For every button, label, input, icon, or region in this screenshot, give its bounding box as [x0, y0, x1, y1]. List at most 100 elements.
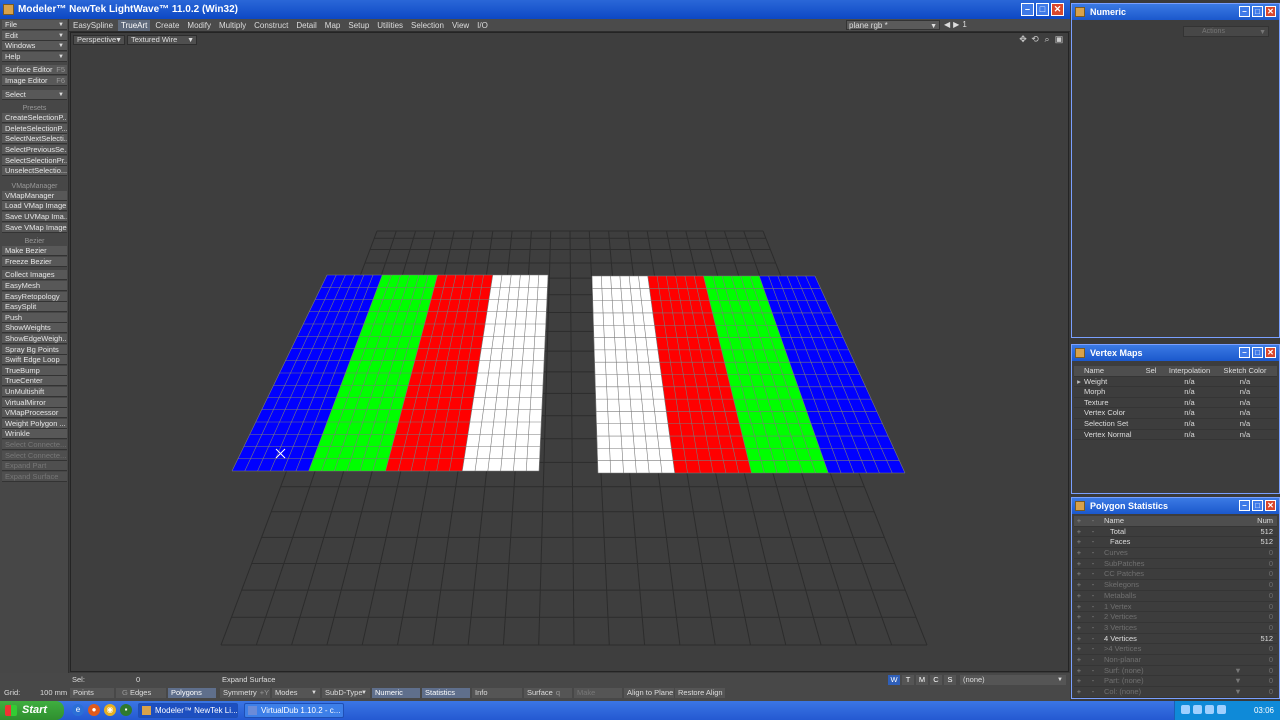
- sidebar-item-disabled-select-connecte[interactable]: Select Connecte...: [2, 450, 67, 461]
- tab-trueart[interactable]: TrueArt: [118, 20, 151, 31]
- tab-construct[interactable]: Construct: [251, 20, 291, 31]
- sidebar-item-weight-polygon[interactable]: Weight Polygon ...: [2, 418, 67, 429]
- align-to-plane-button[interactable]: Align to Plane: [624, 688, 674, 698]
- numeric-panel-titlebar[interactable]: Numeric – □ ✕: [1072, 4, 1279, 20]
- sidebar-item-easysplit[interactable]: EasySplit: [2, 302, 67, 313]
- sidebar-item-vmapmanager[interactable]: VMapManager: [2, 190, 67, 201]
- surface-editor-button[interactable]: Surface Editor F5: [2, 65, 67, 76]
- table-row[interactable]: + -4 Vertices 512: [1074, 634, 1277, 645]
- polygon-statistics-titlebar[interactable]: Polygon Statistics – □ ✕: [1072, 498, 1279, 514]
- zoom-view-icon[interactable]: ⌕: [1042, 34, 1052, 44]
- sidebar-item-collect-images[interactable]: Collect Images: [2, 270, 67, 281]
- table-row[interactable]: + - Surf: (none) ▼ 0: [1074, 666, 1277, 677]
- table-row[interactable]: + - Curves 0: [1074, 548, 1277, 559]
- maximize-button[interactable]: □: [1036, 3, 1049, 16]
- update-icon[interactable]: [1217, 705, 1226, 714]
- tab-view[interactable]: View: [449, 20, 472, 31]
- info-button[interactable]: Info: [472, 688, 522, 698]
- sidebar-item-deleteselectionp[interactable]: DeleteSelectionP...: [2, 123, 67, 134]
- modes-dropdown[interactable]: Modes ▼: [272, 688, 320, 698]
- layer-button-w[interactable]: W: [888, 675, 900, 685]
- points-mode-button[interactable]: Points: [70, 688, 114, 698]
- table-row[interactable]: + - Part: (none) ▼ 0: [1074, 676, 1277, 687]
- sidebar-item-disabled-expand-part[interactable]: Expand Part: [2, 461, 67, 472]
- sidebar-item-load-vmap-image[interactable]: Load VMap Image: [2, 201, 67, 212]
- close-button[interactable]: ✕: [1051, 3, 1064, 16]
- table-row[interactable]: ▸ Weight n/a n/a: [1074, 377, 1277, 388]
- maximize-view-icon[interactable]: ▣: [1054, 34, 1064, 44]
- tab-map[interactable]: Map: [322, 20, 344, 31]
- sidebar-item-save-vmap-image[interactable]: Save VMap Image: [2, 222, 67, 233]
- sidebar-item-selectselectionpr[interactable]: SelectSelectionPr...: [2, 155, 67, 166]
- sidebar-item-unselectselectio[interactable]: UnselectSelectio...: [2, 166, 67, 177]
- symmetry-button[interactable]: Symmetry +Y: [220, 688, 270, 698]
- sidebar-item-virtualmirror[interactable]: VirtualMirror: [2, 397, 67, 408]
- make-button[interactable]: Make: [574, 688, 622, 698]
- table-row[interactable]: + - Total 512: [1074, 527, 1277, 538]
- table-row[interactable]: + - Faces 512: [1074, 537, 1277, 549]
- tab-detail[interactable]: Detail: [293, 20, 319, 31]
- sidebar-item-easyretopology[interactable]: EasyRetopology: [2, 291, 67, 302]
- minimize-button[interactable]: –: [1021, 3, 1034, 16]
- sidebar-item-showweights[interactable]: ShowWeights: [2, 323, 67, 334]
- maximize-button[interactable]: □: [1252, 6, 1263, 17]
- close-button[interactable]: ✕: [1265, 500, 1276, 511]
- maximize-button[interactable]: □: [1252, 500, 1263, 511]
- layer-button-c[interactable]: C: [930, 675, 942, 685]
- minimize-button[interactable]: –: [1239, 6, 1250, 17]
- table-row[interactable]: Texture n/a n/a: [1074, 398, 1277, 409]
- sidebar-item-truebump[interactable]: TrueBump: [2, 365, 67, 376]
- numeric-toggle-button[interactable]: Numeric: [372, 688, 420, 698]
- sidebar-item-selectnextselecti[interactable]: SelectNextSelecti...: [2, 134, 67, 145]
- firefox-icon[interactable]: ●: [88, 704, 100, 716]
- sidebar-item-make-bezier[interactable]: Make Bezier: [2, 246, 67, 257]
- tab-easyspline[interactable]: EasySpline: [70, 20, 116, 31]
- layer-select[interactable]: (none) ▼: [960, 675, 1066, 685]
- table-row[interactable]: + - Metaballs 0: [1074, 591, 1277, 602]
- polygons-mode-button[interactable]: Polygons: [168, 688, 216, 698]
- actions-dropdown[interactable]: Actions ▼: [1183, 26, 1269, 37]
- scene-canvas[interactable]: [71, 33, 1070, 673]
- subd-type-dropdown[interactable]: SubD-Type ▼: [322, 688, 370, 698]
- chrome-icon[interactable]: ◉: [104, 704, 116, 716]
- table-row[interactable]: Vertex Normal n/a n/a: [1074, 430, 1277, 441]
- table-row[interactable]: + -3 Vertices 0: [1074, 623, 1277, 634]
- menu-windows[interactable]: Windows ▼: [2, 41, 67, 52]
- plane-selector[interactable]: plane rgb * ▼: [846, 20, 940, 30]
- menu-help[interactable]: Help ▼: [2, 51, 67, 62]
- window-titlebar[interactable]: Modeler™ NewTek LightWave™ 11.0.2 (Win32…: [0, 0, 1070, 19]
- sidebar-item-swift-edge-loop[interactable]: Swift Edge Loop: [2, 355, 67, 366]
- sidebar-item-wrinkle[interactable]: Wrinkle: [2, 429, 67, 440]
- sidebar-item-unmultishift[interactable]: UnMultishift: [2, 387, 67, 397]
- sidebar-item-selectpreviousse[interactable]: SelectPreviousSe...: [2, 145, 67, 155]
- menu-edit[interactable]: Edit ▼: [2, 30, 67, 41]
- close-button[interactable]: ✕: [1265, 347, 1276, 358]
- next-page-icon[interactable]: ▶: [953, 20, 959, 29]
- maximize-button[interactable]: □: [1252, 347, 1263, 358]
- table-row[interactable]: Morph n/a n/a: [1074, 387, 1277, 398]
- table-row[interactable]: + - CC Patches 0: [1074, 569, 1277, 581]
- minimize-button[interactable]: –: [1239, 347, 1250, 358]
- layer-button-t[interactable]: T: [902, 675, 914, 685]
- sidebar-item-save-uvmap-ima[interactable]: Save UVMap Ima...: [2, 212, 67, 222]
- explorer-icon[interactable]: ▪: [120, 704, 132, 716]
- network-icon[interactable]: [1181, 705, 1190, 714]
- sidebar-item-easymesh[interactable]: EasyMesh: [2, 281, 67, 291]
- tab-multiply[interactable]: Multiply: [216, 20, 249, 31]
- volume-icon[interactable]: [1193, 705, 1202, 714]
- table-row[interactable]: Vertex Color n/a n/a: [1074, 408, 1277, 419]
- tab-modify[interactable]: Modify: [184, 20, 214, 31]
- edges-mode-button[interactable]: G Edges: [116, 688, 166, 698]
- vertex-maps-titlebar[interactable]: Vertex Maps – □ ✕: [1072, 345, 1279, 361]
- statistics-toggle-button[interactable]: Statistics: [422, 688, 470, 698]
- close-button[interactable]: ✕: [1265, 6, 1276, 17]
- layer-button-m[interactable]: M: [916, 675, 928, 685]
- minimize-button[interactable]: –: [1239, 500, 1250, 511]
- sidebar-item-freeze-bezier[interactable]: Freeze Bezier: [2, 256, 67, 267]
- sidebar-item-spray-bg-points[interactable]: Spray Bg Points: [2, 344, 67, 355]
- table-row[interactable]: + - >4 Vertices 0: [1074, 644, 1277, 655]
- surface-button[interactable]: Surface q: [524, 688, 572, 698]
- select-dropdown[interactable]: Select ▼: [2, 89, 67, 100]
- tab-i-o[interactable]: I/O: [474, 20, 491, 31]
- shading-select[interactable]: Textured Wire ▼: [127, 35, 197, 45]
